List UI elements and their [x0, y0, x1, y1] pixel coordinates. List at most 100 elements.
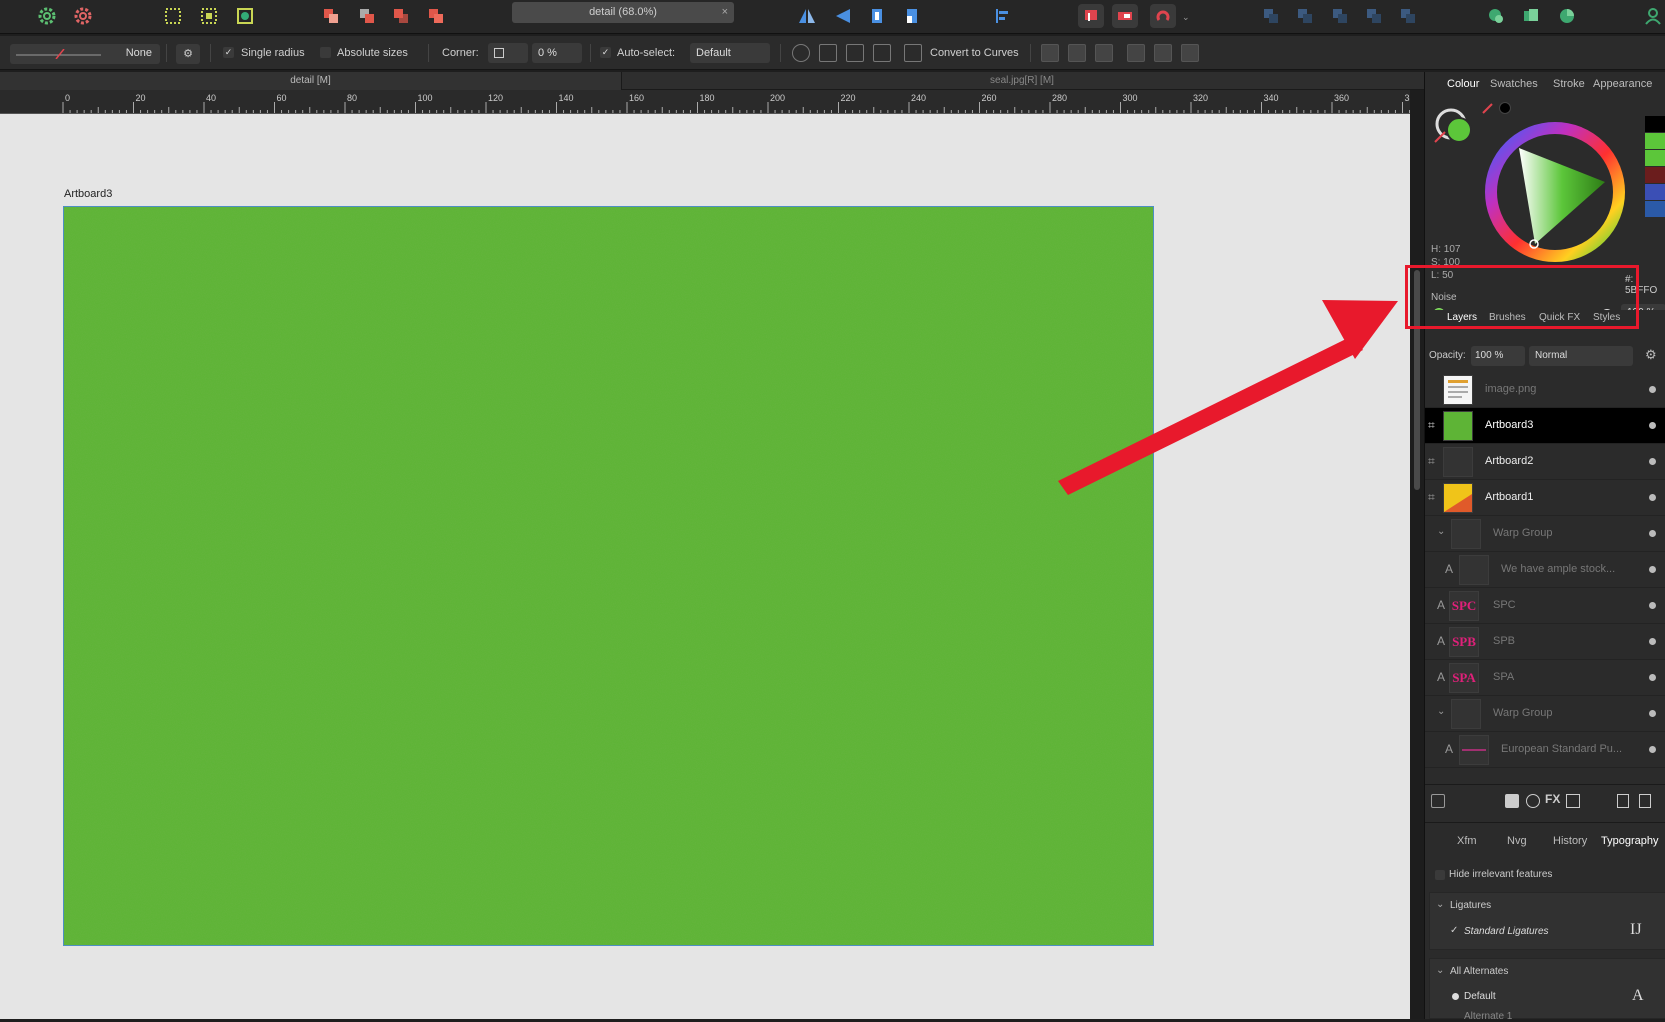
- convert-to-curves-button[interactable]: Convert to Curves: [930, 47, 1019, 59]
- tab-xfm[interactable]: Xfm: [1457, 835, 1477, 847]
- tab-swatches[interactable]: Swatches: [1490, 78, 1538, 90]
- opacity-field[interactable]: 100 %: [1471, 346, 1525, 366]
- visibility-toggle[interactable]: [1649, 386, 1656, 393]
- auto-select-checkbox[interactable]: ✓: [600, 47, 611, 58]
- blend-mode-dropdown[interactable]: Normal: [1529, 346, 1633, 366]
- visibility-toggle[interactable]: [1649, 530, 1656, 537]
- align-top-icon[interactable]: [1127, 44, 1145, 62]
- tab-appearance[interactable]: Appearance: [1593, 78, 1652, 90]
- swatch-chip[interactable]: [1645, 201, 1665, 217]
- snapping-options-icon[interactable]: [1112, 4, 1138, 28]
- gear-icon[interactable]: ⚙: [1645, 347, 1657, 363]
- swatch-chip[interactable]: [1645, 184, 1665, 200]
- visibility-toggle[interactable]: [1649, 494, 1656, 501]
- standard-ligatures-checkbox[interactable]: ✓: [1450, 925, 1458, 936]
- layer-row-selected[interactable]: ⌗ Artboard3: [1425, 408, 1665, 444]
- boolean-xor-icon[interactable]: [423, 4, 449, 28]
- delete-layer-icon[interactable]: [1639, 794, 1651, 808]
- arrange-backward-icon[interactable]: [1292, 4, 1318, 28]
- pie-icon[interactable]: [1554, 4, 1580, 28]
- document-title[interactable]: detail (68.0%) ×: [512, 2, 734, 23]
- absolute-sizes-checkbox[interactable]: [320, 47, 331, 58]
- align-bottom-icon[interactable]: [1181, 44, 1199, 62]
- rotate-right-icon[interactable]: [899, 4, 925, 28]
- layer-row[interactable]: A European Standard Pu...: [1425, 732, 1665, 768]
- artboard-artboard3[interactable]: [63, 206, 1154, 946]
- tab-nvg[interactable]: Nvg: [1507, 835, 1527, 847]
- layer-row[interactable]: ⌗ Artboard1: [1425, 480, 1665, 516]
- assistant-icon[interactable]: [1483, 4, 1509, 28]
- gear-icon[interactable]: ⚙: [176, 44, 200, 64]
- corner-type-select[interactable]: [488, 43, 528, 63]
- select-all-icon[interactable]: [160, 4, 186, 28]
- scale-icon[interactable]: [846, 44, 864, 62]
- convert-curves-icon[interactable]: [904, 44, 922, 62]
- tab-stroke[interactable]: Stroke: [1553, 78, 1585, 90]
- live-filter-icon[interactable]: [1566, 794, 1580, 808]
- layer-row[interactable]: A SPC SPC: [1425, 588, 1665, 624]
- visibility-toggle[interactable]: [1649, 710, 1656, 717]
- chevron-down-icon[interactable]: ⌄: [1436, 965, 1444, 976]
- tab-history[interactable]: History: [1553, 835, 1587, 847]
- select-inner-icon[interactable]: [196, 4, 222, 28]
- mask-icon[interactable]: [1505, 794, 1519, 808]
- black-swatch[interactable]: [1499, 102, 1511, 114]
- align-right-icon[interactable]: [1095, 44, 1113, 62]
- chevron-down-icon[interactable]: ⌄: [1437, 706, 1445, 717]
- stroke-selector[interactable]: None: [10, 44, 160, 64]
- rotate-left-icon[interactable]: [864, 4, 890, 28]
- vertical-scrollbar[interactable]: [1410, 90, 1424, 1019]
- add-layer-icon[interactable]: [1617, 794, 1629, 808]
- arrange-icon[interactable]: [1395, 4, 1421, 28]
- transform-origin-icon[interactable]: [792, 44, 810, 62]
- swatch-chip[interactable]: [1645, 167, 1665, 183]
- align-center-icon[interactable]: [1068, 44, 1086, 62]
- flip-horizontal-icon[interactable]: [794, 4, 820, 28]
- chevron-down-icon[interactable]: ⌄: [1182, 12, 1190, 23]
- flip-vertical-icon[interactable]: [830, 4, 856, 28]
- settings-gear-icon[interactable]: [34, 4, 60, 28]
- visibility-toggle[interactable]: [1649, 602, 1656, 609]
- layers-copy-icon[interactable]: [1431, 794, 1445, 808]
- swatch-chip[interactable]: [1645, 150, 1665, 166]
- tab-colour[interactable]: Colour: [1447, 78, 1479, 90]
- grid-icon[interactable]: [873, 44, 891, 62]
- canvas-area[interactable]: Artboard3: [0, 114, 1410, 1019]
- layer-row[interactable]: A SPB SPB: [1425, 624, 1665, 660]
- layer-row[interactable]: A SPA SPA: [1425, 660, 1665, 696]
- layer-row[interactable]: ⌗ Artboard2: [1425, 444, 1665, 480]
- layer-row[interactable]: ⌄ Warp Group: [1425, 516, 1665, 552]
- corner-value-field[interactable]: 0 %: [532, 43, 582, 63]
- layer-row[interactable]: A We have ample stock...: [1425, 552, 1665, 588]
- visibility-toggle[interactable]: [1649, 458, 1656, 465]
- eyedropper-icon[interactable]: [1482, 102, 1494, 114]
- auto-select-dropdown[interactable]: Default: [690, 43, 770, 63]
- visibility-toggle[interactable]: [1649, 746, 1656, 753]
- chevron-down-icon[interactable]: ⌄: [1437, 526, 1445, 537]
- user-icon[interactable]: [1640, 4, 1665, 28]
- chevron-down-icon[interactable]: ⌄: [1436, 899, 1444, 910]
- visibility-toggle[interactable]: [1649, 638, 1656, 645]
- layer-row[interactable]: image.png: [1425, 372, 1665, 408]
- colour-wheel[interactable]: [1481, 118, 1631, 268]
- magnet-icon[interactable]: [1150, 4, 1176, 28]
- close-icon[interactable]: ×: [722, 2, 728, 23]
- align-middle-icon[interactable]: [1154, 44, 1172, 62]
- align-icon[interactable]: [990, 4, 1016, 28]
- arrange-back-icon[interactable]: [1258, 4, 1284, 28]
- boolean-add-icon[interactable]: [318, 4, 344, 28]
- default-radio[interactable]: [1452, 993, 1459, 1000]
- fx-icon[interactable]: FX: [1545, 792, 1560, 806]
- bbox-icon[interactable]: [819, 44, 837, 62]
- hide-irrelevant-checkbox[interactable]: [1435, 870, 1445, 880]
- gear-alt-icon[interactable]: [70, 4, 96, 28]
- boolean-intersect-icon[interactable]: [388, 4, 414, 28]
- tab-seal[interactable]: seal.jpg[R] [M]: [622, 72, 1422, 90]
- swatch-chip[interactable]: [1645, 116, 1665, 132]
- tab-detail[interactable]: detail [M]: [0, 72, 622, 90]
- adjustment-icon[interactable]: [1526, 794, 1540, 808]
- boolean-subtract-icon[interactable]: [354, 4, 380, 28]
- tab-typography[interactable]: Typography: [1601, 835, 1658, 847]
- visibility-toggle[interactable]: [1649, 566, 1656, 573]
- select-invert-icon[interactable]: [232, 4, 258, 28]
